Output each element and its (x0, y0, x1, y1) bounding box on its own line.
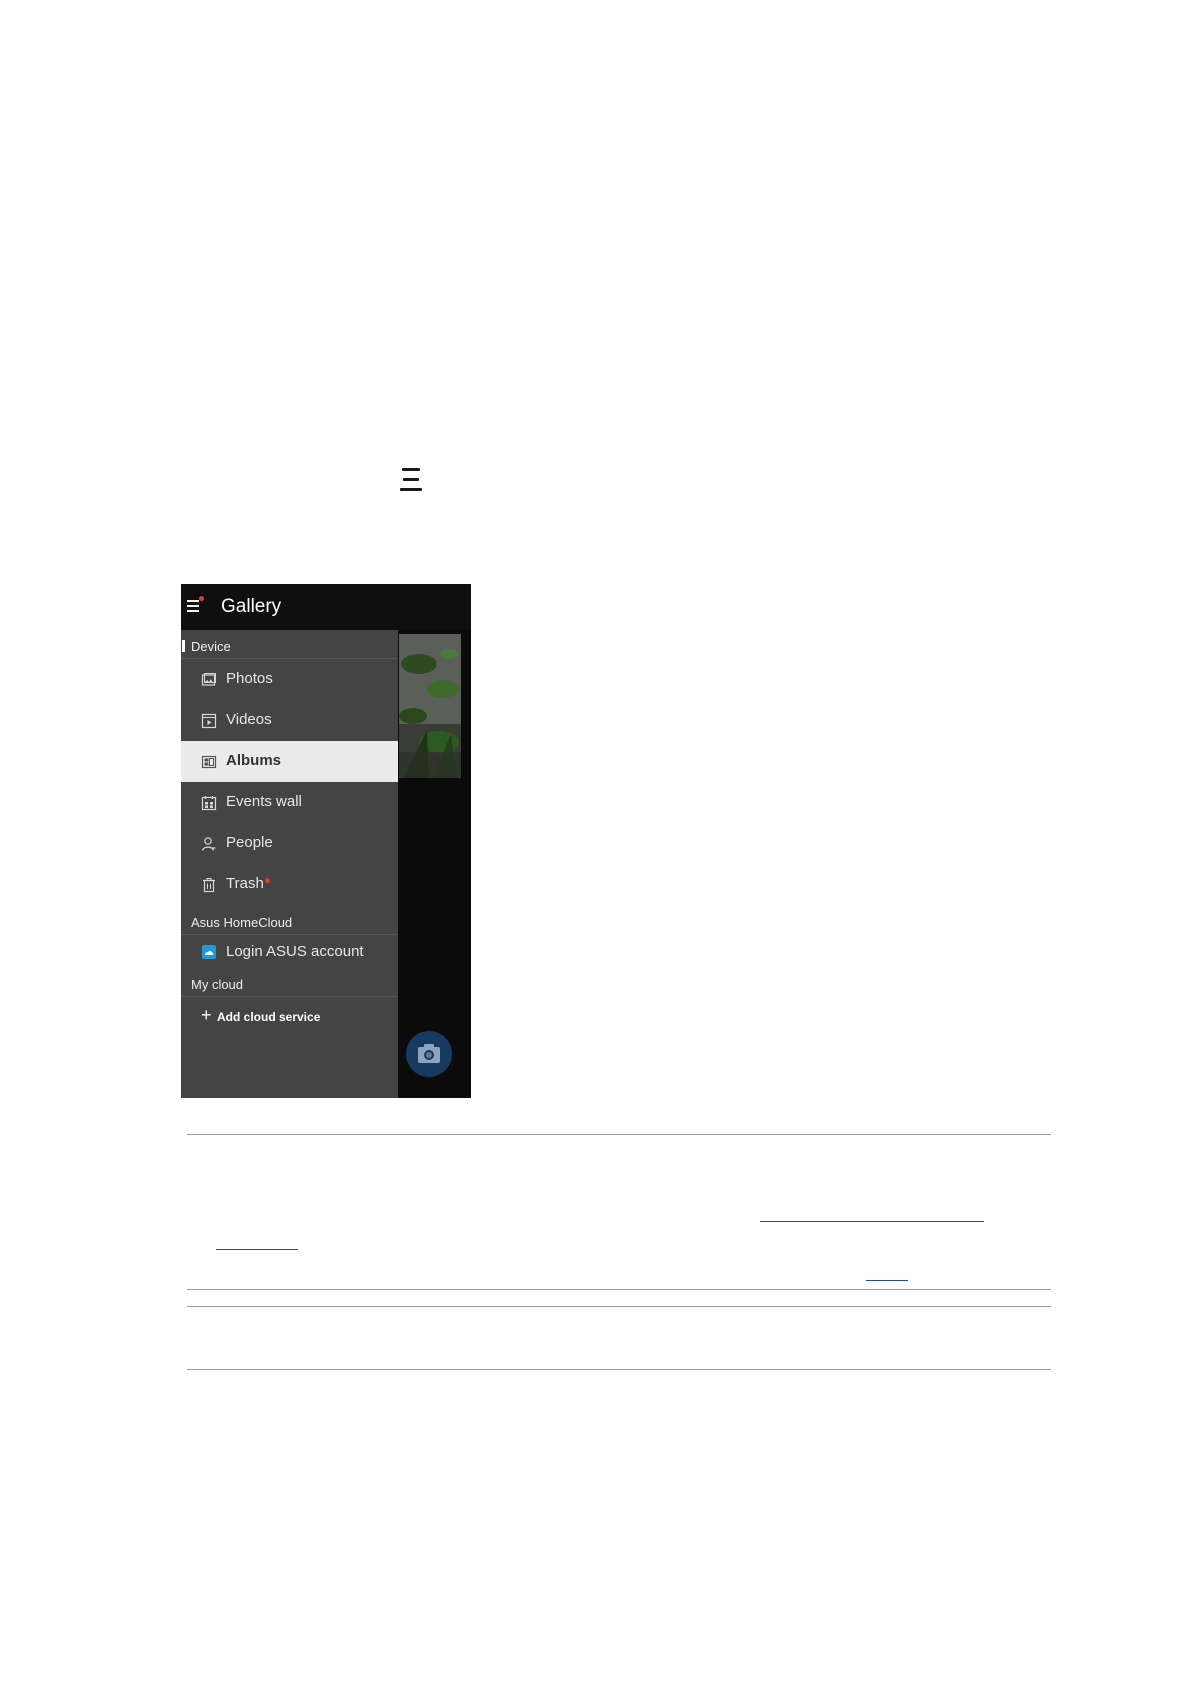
divider (187, 1369, 1051, 1370)
drawer-item-label: Albums (226, 752, 282, 769)
divider (187, 1306, 1051, 1307)
events-wall-icon (201, 796, 217, 811)
videos-icon (201, 713, 217, 729)
trash-badge (265, 878, 270, 883)
people-icon (201, 837, 216, 851)
drawer-item-label: Videos (226, 711, 272, 728)
link-underline[interactable] (866, 1280, 908, 1281)
gallery-screenshot: Gallery Device Photos Videos Albums Even… (181, 584, 471, 1098)
drawer-item-people[interactable]: People (181, 823, 398, 864)
menu-icon (400, 468, 422, 492)
drawer-item-label: Add cloud service (217, 1010, 321, 1024)
divider (187, 1289, 1051, 1290)
notification-dot (199, 596, 204, 601)
drawer-item-photos[interactable]: Photos (181, 659, 398, 700)
albums-icon (201, 755, 217, 769)
drawer-item-albums[interactable]: Albums (181, 741, 398, 782)
drawer-item-label: People (226, 834, 273, 851)
divider (187, 1134, 1051, 1135)
drawer-item-events-wall[interactable]: Events wall (181, 782, 398, 823)
link-underline[interactable] (216, 1249, 298, 1250)
camera-icon (418, 1044, 440, 1063)
app-title: Gallery (221, 596, 282, 617)
section-label: Device (191, 639, 231, 654)
camera-button[interactable] (406, 1031, 452, 1077)
link-underline[interactable] (760, 1221, 984, 1222)
navigation-drawer: Device Photos Videos Albums Events wall … (181, 630, 398, 1098)
section-label: Asus HomeCloud (191, 915, 293, 930)
drawer-item-login-asus[interactable]: Login ASUS account (181, 934, 398, 970)
drawer-item-label: Trash (226, 875, 264, 892)
section-header-homecloud: Asus HomeCloud (181, 906, 398, 935)
app-bar: Gallery (181, 584, 471, 630)
hamburger-menu-icon[interactable] (187, 600, 201, 612)
section-header-mycloud: My cloud (181, 968, 398, 997)
plus-icon: + (201, 1005, 212, 1025)
drawer-item-label: Events wall (226, 793, 302, 810)
trash-icon (203, 878, 215, 893)
drawer-item-trash[interactable]: Trash (181, 864, 398, 905)
section-indicator (182, 640, 185, 652)
drawer-item-label: Photos (226, 670, 273, 687)
section-header-device: Device (181, 630, 398, 659)
photo-thumbnail[interactable] (399, 634, 461, 778)
drawer-item-videos[interactable]: Videos (181, 700, 398, 741)
homecloud-icon (202, 945, 216, 959)
section-label: My cloud (191, 977, 244, 992)
add-cloud-service-button[interactable]: + Add cloud service (181, 997, 398, 1033)
photos-icon (201, 673, 216, 686)
drawer-item-label: Login ASUS account (226, 943, 364, 960)
